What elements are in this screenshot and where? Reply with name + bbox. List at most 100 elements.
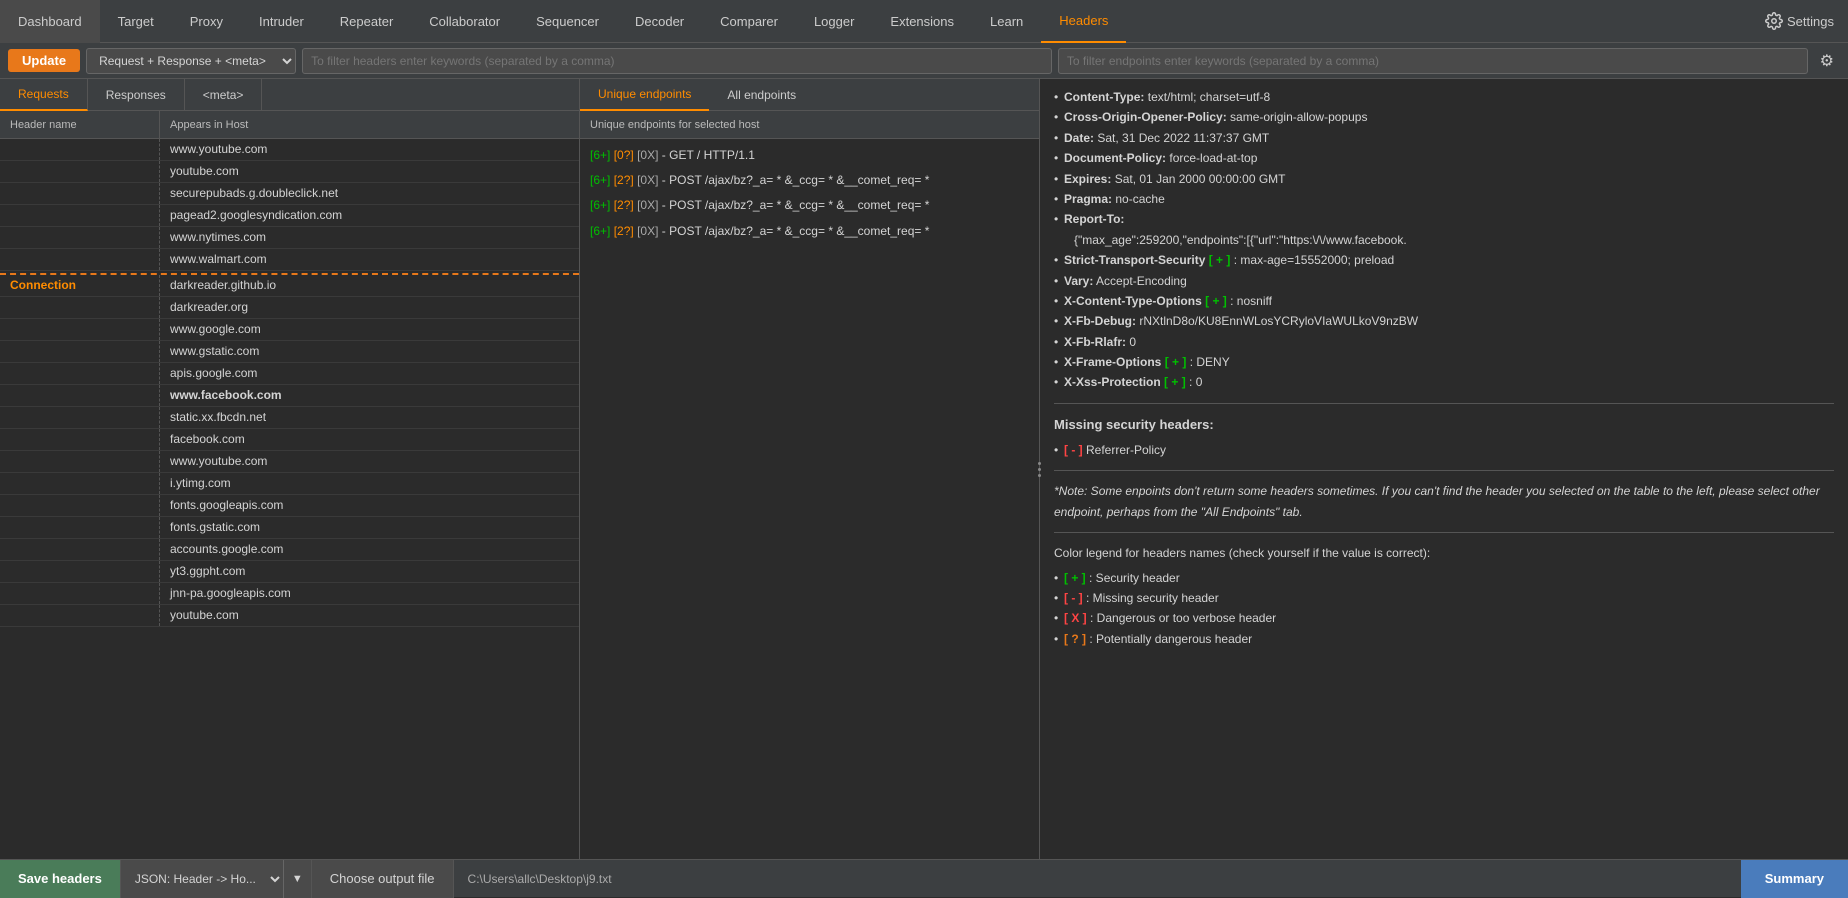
plus-badge: [ + ] <box>1209 253 1231 267</box>
table-row[interactable]: ‍ www.facebook.com <box>0 385 579 407</box>
table-row[interactable]: ‍ apis.google.com <box>0 363 579 385</box>
header-key: Vary: <box>1064 274 1093 288</box>
header-line: Vary: Accept-Encoding <box>1054 271 1834 291</box>
list-item[interactable]: [6+] [2?] [0X] - POST /ajax/bz?_a= * &_c… <box>580 193 1039 218</box>
filter-endpoints-input[interactable] <box>1058 48 1808 74</box>
table-row[interactable]: ‍ accounts.google.com <box>0 539 579 561</box>
badge-x: [0X] <box>637 198 658 212</box>
header-key: Report-To: <box>1064 212 1124 226</box>
table-row[interactable]: ‍ pagead2.googlesyndication.com <box>0 205 579 227</box>
cell-host: static.xx.fbcdn.net <box>160 407 579 428</box>
toolbar-gear-icon[interactable]: ⚙ <box>1814 51 1840 71</box>
table-row[interactable]: ‍ fonts.gstatic.com <box>0 517 579 539</box>
cell-name: ‍ <box>0 227 160 248</box>
table-row[interactable]: ‍ jnn-pa.googleapis.com <box>0 583 579 605</box>
minus-icon: [ - ] <box>1064 591 1083 605</box>
nav-repeater[interactable]: Repeater <box>322 0 411 43</box>
section-divider-3 <box>1054 532 1834 533</box>
nav-intruder[interactable]: Intruder <box>241 0 322 43</box>
cell-name: ‍ <box>0 561 160 582</box>
table-row[interactable]: ‍ www.google.com <box>0 319 579 341</box>
nav-target[interactable]: Target <box>100 0 172 43</box>
settings-label: Settings <box>1787 14 1834 29</box>
table-row[interactable]: ‍ darkreader.org <box>0 297 579 319</box>
x-icon: [ X ] <box>1064 611 1087 625</box>
table-row[interactable]: ‍ static.xx.fbcdn.net <box>0 407 579 429</box>
nav-proxy[interactable]: Proxy <box>172 0 241 43</box>
save-headers-button[interactable]: Save headers <box>0 860 121 898</box>
table-row[interactable]: ‍ securepubads.g.doubleclick.net <box>0 183 579 205</box>
cell-host: www.google.com <box>160 319 579 340</box>
table-row[interactable]: ‍ youtube.com <box>0 605 579 627</box>
header-key: Strict-Transport-Security <box>1064 253 1205 267</box>
update-button[interactable]: Update <box>8 49 80 72</box>
table-row[interactable]: ‍ www.walmart.com <box>0 249 579 271</box>
badge-plus: [6+] <box>590 224 610 238</box>
header-val: : DENY <box>1190 355 1230 369</box>
note-text: *Note: Some enpoints don't return some h… <box>1054 481 1834 522</box>
scope-select[interactable]: Request + Response + <meta> <box>86 48 296 74</box>
list-item[interactable]: [6+] [2?] [0X] - POST /ajax/bz?_a= * &_c… <box>580 168 1039 193</box>
badge-question: [2?] <box>614 224 634 238</box>
nav-extensions[interactable]: Extensions <box>872 0 972 43</box>
legend-q-text: : Potentially dangerous header <box>1089 632 1252 646</box>
format-select-wrap: JSON: Header -> Ho... ▼ <box>121 860 312 898</box>
cell-name: ‍ <box>0 583 160 604</box>
cell-name: ‍ <box>0 539 160 560</box>
filter-headers-input[interactable] <box>302 48 1052 74</box>
header-key: Pragma: <box>1064 192 1112 206</box>
cell-host: fonts.googleapis.com <box>160 495 579 516</box>
legend-item-x: [ X ] : Dangerous or too verbose header <box>1054 608 1834 628</box>
toolbar: Update Request + Response + <meta> ⚙ <box>0 43 1848 79</box>
cell-name: ‍ <box>0 139 160 160</box>
nav-learn[interactable]: Learn <box>972 0 1041 43</box>
nav-decoder[interactable]: Decoder <box>617 0 702 43</box>
tab-all-endpoints[interactable]: All endpoints <box>709 79 814 111</box>
header-line: Cross-Origin-Opener-Policy: same-origin-… <box>1054 107 1834 127</box>
nav-sequencer[interactable]: Sequencer <box>518 0 617 43</box>
format-dropdown-button[interactable]: ▼ <box>283 860 311 898</box>
table-row[interactable]: ‍ yt3.ggpht.com <box>0 561 579 583</box>
table-row[interactable]: ‍ www.nytimes.com <box>0 227 579 249</box>
settings-button[interactable]: Settings <box>1751 0 1848 43</box>
list-item[interactable]: [6+] [0?] [0X] - GET / HTTP/1.1 <box>580 143 1039 168</box>
nav-comparer[interactable]: Comparer <box>702 0 796 43</box>
summary-button[interactable]: Summary <box>1741 860 1848 898</box>
top-nav: Dashboard Target Proxy Intruder Repeater… <box>0 0 1848 43</box>
nav-headers[interactable]: Headers <box>1041 0 1126 43</box>
nav-logger[interactable]: Logger <box>796 0 872 43</box>
header-key: Cross-Origin-Opener-Policy: <box>1064 110 1227 124</box>
header-key: X-Frame-Options <box>1064 355 1161 369</box>
table-row[interactable]: ‍ youtube.com <box>0 161 579 183</box>
plus-badge: [ + ] <box>1165 355 1187 369</box>
list-item[interactable]: [6+] [2?] [0X] - POST /ajax/bz?_a= * &_c… <box>580 219 1039 244</box>
header-val: same-origin-allow-popups <box>1230 110 1367 124</box>
endpoint-list: [6+] [0?] [0X] - GET / HTTP/1.1 [6+] [2?… <box>580 139 1039 859</box>
nav-dashboard[interactable]: Dashboard <box>0 0 100 43</box>
nav-collaborator[interactable]: Collaborator <box>411 0 518 43</box>
cell-host: www.youtube.com <box>160 139 579 160</box>
legend-x-text: : Dangerous or too verbose header <box>1090 611 1276 625</box>
header-line: X-Content-Type-Options [ + ] : nosniff <box>1054 291 1834 311</box>
cell-host: www.walmart.com <box>160 249 579 270</box>
table-row[interactable]: ‍ www.gstatic.com <box>0 341 579 363</box>
tab-unique-endpoints[interactable]: Unique endpoints <box>580 79 709 111</box>
section-divider-2 <box>1054 470 1834 471</box>
resize-handle[interactable] <box>1035 449 1043 489</box>
table-row[interactable]: ‍ www.youtube.com <box>0 139 579 161</box>
tab-responses[interactable]: Responses <box>88 79 185 111</box>
header-line: Pragma: no-cache <box>1054 189 1834 209</box>
plus-badge: [ + ] <box>1164 375 1186 389</box>
middle-panel: Unique endpoints All endpoints Unique en… <box>580 79 1040 859</box>
table-row[interactable]: ‍ i.ytimg.com <box>0 473 579 495</box>
table-row[interactable]: ‍ facebook.com <box>0 429 579 451</box>
header-key: Expires: <box>1064 172 1111 186</box>
table-row[interactable]: ‍ fonts.googleapis.com <box>0 495 579 517</box>
tab-requests[interactable]: Requests <box>0 79 88 111</box>
format-select[interactable]: JSON: Header -> Ho... <box>121 860 283 898</box>
tab-meta[interactable]: <meta> <box>185 79 263 111</box>
table-row[interactable]: Connection darkreader.github.io <box>0 275 579 297</box>
table-row[interactable]: ‍ www.youtube.com <box>0 451 579 473</box>
header-line: Report-To: <box>1054 209 1834 229</box>
choose-output-file-button[interactable]: Choose output file <box>312 860 454 898</box>
